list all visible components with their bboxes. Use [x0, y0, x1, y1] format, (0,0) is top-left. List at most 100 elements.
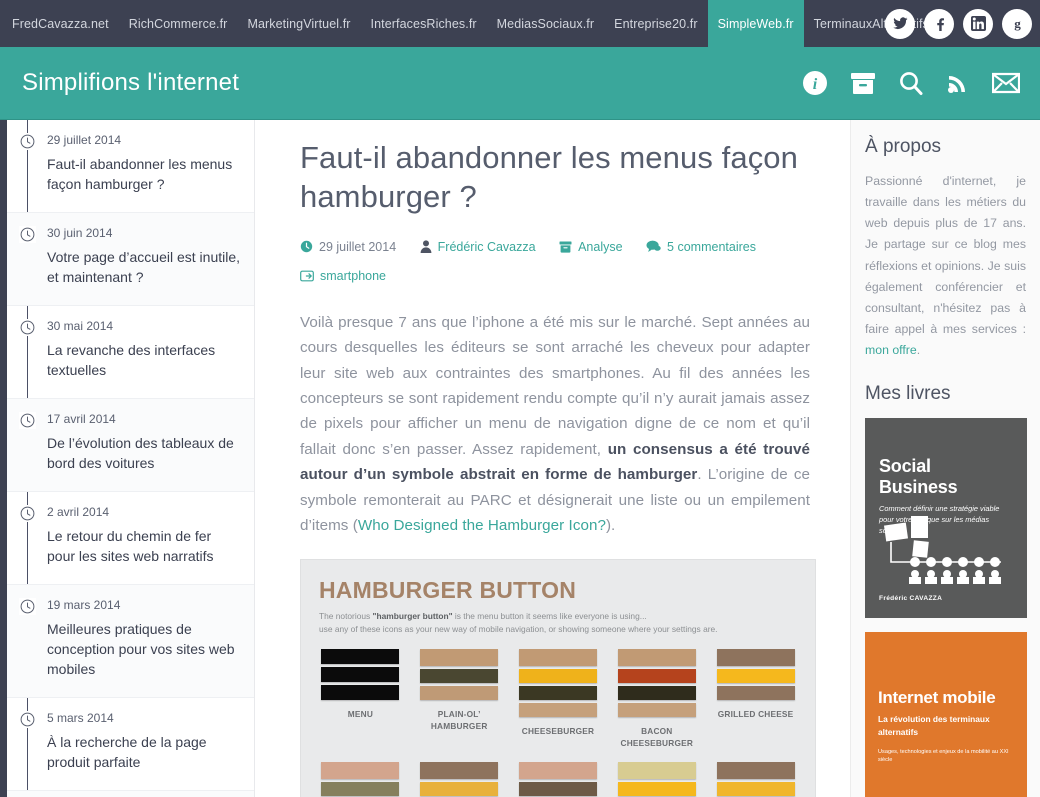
timeline-item-title[interactable]: Faut-il abandonner les menus façon hambu…: [47, 154, 240, 194]
book-subtitle-secondary: Usages, technologies et enjeux de la mob…: [878, 749, 1014, 765]
burger-cell: [517, 762, 600, 797]
timeline-item[interactable]: 19 mars 2014 Meilleures pratiques de conc…: [7, 585, 254, 698]
timeline-item[interactable]: 29 juillet 2014Faut-il abandonner les me…: [7, 120, 254, 213]
archive-icon[interactable]: [850, 71, 876, 95]
timeline-item-title[interactable]: À la recherche de la page produit parfai…: [47, 732, 240, 772]
book-internet-mobile[interactable]: Internet mobile La révolution des termin…: [865, 632, 1027, 797]
burger-layer: [618, 762, 696, 779]
burger-layer: [717, 686, 795, 700]
meta-category[interactable]: Analyse: [559, 234, 622, 260]
burger-stack: [717, 762, 795, 797]
burger-label: PLAIN-OL’ HAMBURGER: [418, 709, 501, 731]
book-social-business[interactable]: Social Business Comment définir une stra…: [865, 418, 1027, 618]
burger-layer: [519, 703, 597, 717]
book-subtitle: La révolution des terminaux alternatifs: [878, 713, 1014, 738]
about-heading: À propos: [865, 136, 1026, 158]
about-text-post: .: [917, 343, 920, 357]
timeline-item[interactable]: 5 mars 2014 À la recherche de la page pro…: [7, 698, 254, 791]
burger-stack: [618, 762, 696, 797]
network-site-list: FredCavazza.netRichCommerce.frMarketingV…: [0, 0, 950, 47]
info-icon[interactable]: i: [802, 70, 828, 96]
burger-layer: [519, 669, 597, 683]
twitter-icon[interactable]: [885, 9, 915, 39]
burger-label: BACON CHEESEBURGER: [615, 726, 698, 748]
timeline-item[interactable]: 17 avril 2014De l’évolution des tableaux…: [7, 399, 254, 492]
timeline-item-date: 30 juin 2014: [47, 226, 240, 240]
timeline-item-title[interactable]: Meilleures pratiques de conception pour …: [47, 619, 240, 679]
meta-tag[interactable]: smartphone: [300, 263, 386, 289]
infographic-title: HAMBURGER BUTTON: [319, 577, 797, 604]
clock-icon: [19, 598, 36, 615]
timeline-item-date: 19 mars 2014: [47, 598, 240, 612]
infographic-sub-line2: use any of these icons as your new way o…: [319, 624, 718, 634]
meta-comments-label[interactable]: 5 commentaires: [667, 234, 756, 260]
burger-cell: CHEESEBURGER: [517, 649, 600, 748]
meta-comments[interactable]: 5 commentaires: [646, 234, 756, 260]
burger-stack: [717, 649, 795, 703]
timeline-item[interactable]: 30 juin 2014 Votre page d’accueil est inu…: [7, 213, 254, 306]
timeline-item[interactable]: 6 février 2014: [7, 791, 254, 797]
network-site-3[interactable]: InterfacesRiches.fr: [361, 0, 487, 47]
network-site-1[interactable]: RichCommerce.fr: [119, 0, 238, 47]
meta-category-label[interactable]: Analyse: [578, 234, 622, 260]
burger-cell: [714, 762, 797, 797]
burger-layer: [717, 782, 795, 796]
burger-cell: GRILLED CHEESE: [714, 649, 797, 748]
search-icon[interactable]: [898, 70, 924, 96]
googleplus-icon[interactable]: g: [1002, 9, 1032, 39]
facebook-icon[interactable]: [924, 9, 954, 39]
burger-cell: MENU: [319, 649, 402, 748]
timeline-item-title[interactable]: Votre page d’accueil est inutile, et mai…: [47, 247, 240, 287]
burger-stack: [519, 762, 597, 797]
network-navbar: FredCavazza.netRichCommerce.frMarketingV…: [0, 0, 1040, 47]
meta-tag-label[interactable]: smartphone: [320, 263, 386, 289]
clock-icon: [19, 133, 36, 150]
network-site-2[interactable]: MarketingVirtuel.fr: [237, 0, 360, 47]
burger-layer: [321, 649, 399, 664]
timeline-item-title[interactable]: Le retour du chemin de fer pour les site…: [47, 526, 240, 566]
burger-layer: [618, 703, 696, 717]
burger-label: MENU: [348, 709, 373, 720]
body-part-3: ).: [606, 517, 615, 534]
network-site-5[interactable]: Entreprise20.fr: [604, 0, 707, 47]
burger-layer: [519, 686, 597, 700]
burger-layer: [420, 686, 498, 700]
burger-layer: [420, 782, 498, 796]
burger-stack: [321, 649, 399, 703]
timeline-item-title[interactable]: De l’évolution des tableaux de bord des …: [47, 433, 240, 473]
article-main: Faut-il abandonner les menus façon hambu…: [255, 120, 850, 797]
burger-cell: [615, 762, 698, 797]
rss-icon[interactable]: [946, 71, 970, 95]
book-author: Frédéric CAVAZZA: [879, 595, 942, 602]
linkedin-icon[interactable]: [963, 9, 993, 39]
svg-text:i: i: [813, 76, 818, 93]
about-text: Passionné d'internet, je travaille dans …: [865, 171, 1026, 361]
network-site-0[interactable]: FredCavazza.net: [0, 0, 119, 47]
burger-layer: [717, 762, 795, 779]
timeline-item-date: 5 mars 2014: [47, 711, 240, 725]
meta-date-label: 29 juillet 2014: [319, 234, 396, 260]
timeline-item-title[interactable]: La revanche des interfaces textuelles: [47, 340, 240, 380]
burger-cell: PLAIN-OL’ HAMBURGER: [418, 649, 501, 748]
post-meta: 29 juillet 2014 Frédéric Cavazza Analyse…: [300, 234, 810, 291]
meta-author[interactable]: Frédéric Cavazza: [420, 234, 536, 260]
network-site-4[interactable]: MediasSociaux.fr: [487, 0, 604, 47]
timeline-item[interactable]: 30 mai 2014La revanche des interfaces te…: [7, 306, 254, 399]
hamburger-icon-link[interactable]: Who Designed the Hamburger Icon?: [358, 517, 606, 534]
hamburger-infographic: HAMBURGER BUTTON The notorious "hamburge…: [300, 559, 816, 797]
site-title: Simplifions l'internet: [22, 69, 239, 97]
burger-layer: [717, 669, 795, 683]
burger-layer: [420, 649, 498, 666]
about-text-pre: Passionné d'internet, je travaille dans …: [865, 174, 1026, 336]
network-site-active[interactable]: SimpleWeb.fr: [708, 0, 804, 47]
burger-stack: [519, 649, 597, 720]
meta-author-label[interactable]: Frédéric Cavazza: [438, 234, 536, 260]
infographic-sub-pre: The notorious: [319, 611, 373, 621]
burger-stack: [618, 649, 696, 720]
my-offer-link[interactable]: mon offre: [865, 343, 917, 357]
timeline-item[interactable]: 2 avril 2014Le retour du chemin de fer p…: [7, 492, 254, 585]
burger-cell: BACON CHEESEBURGER: [615, 649, 698, 748]
mail-icon[interactable]: [992, 72, 1020, 94]
comment-icon: [646, 240, 661, 253]
books-heading: Mes livres: [865, 383, 1026, 405]
